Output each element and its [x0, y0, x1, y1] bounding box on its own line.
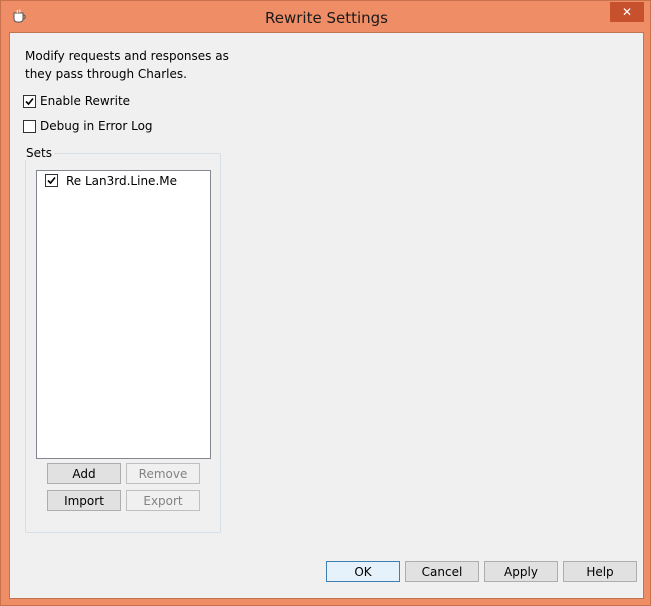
list-item[interactable]: Re Lan3rd.Line.Me [38, 172, 209, 189]
ok-button[interactable]: OK [326, 561, 400, 582]
charles-pot-icon[interactable] [11, 8, 27, 24]
sets-group-label: Sets [24, 146, 54, 160]
checkmark-icon [47, 176, 56, 185]
enable-rewrite-label: Enable Rewrite [40, 94, 131, 108]
export-button[interactable]: Export [126, 490, 200, 511]
set-item-label: Re Lan3rd.Line.Me [66, 173, 177, 188]
close-icon: ✕ [621, 5, 633, 19]
enable-rewrite-checkbox[interactable]: Enable Rewrite [23, 94, 130, 108]
debug-error-log-label: Debug in Error Log [40, 119, 153, 133]
checkmark-icon [25, 97, 34, 105]
help-button[interactable]: Help [563, 561, 637, 582]
window-title: Rewrite Settings [265, 9, 388, 27]
enable-rewrite-checkbox-box[interactable] [23, 94, 36, 108]
rewrite-settings-window: Rewrite Settings ✕ Modify requests and r… [0, 0, 651, 606]
sets-list[interactable]: Re Lan3rd.Line.Me [36, 170, 211, 459]
apply-button[interactable]: Apply [484, 561, 558, 582]
title-bar[interactable]: Rewrite Settings ✕ [1, 1, 650, 33]
description-text: Modify requests and responses as they pa… [25, 49, 229, 81]
dialog-body: Modify requests and responses as they pa… [9, 32, 644, 599]
import-button[interactable]: Import [47, 490, 121, 511]
set-item-checkbox[interactable] [45, 174, 58, 187]
debug-error-log-checkbox[interactable]: Debug in Error Log [23, 119, 153, 133]
remove-button[interactable]: Remove [126, 463, 200, 484]
debug-error-log-checkbox-box[interactable] [23, 119, 36, 133]
cancel-button[interactable]: Cancel [405, 561, 479, 582]
add-button[interactable]: Add [47, 463, 121, 484]
close-button[interactable]: ✕ [610, 2, 644, 22]
